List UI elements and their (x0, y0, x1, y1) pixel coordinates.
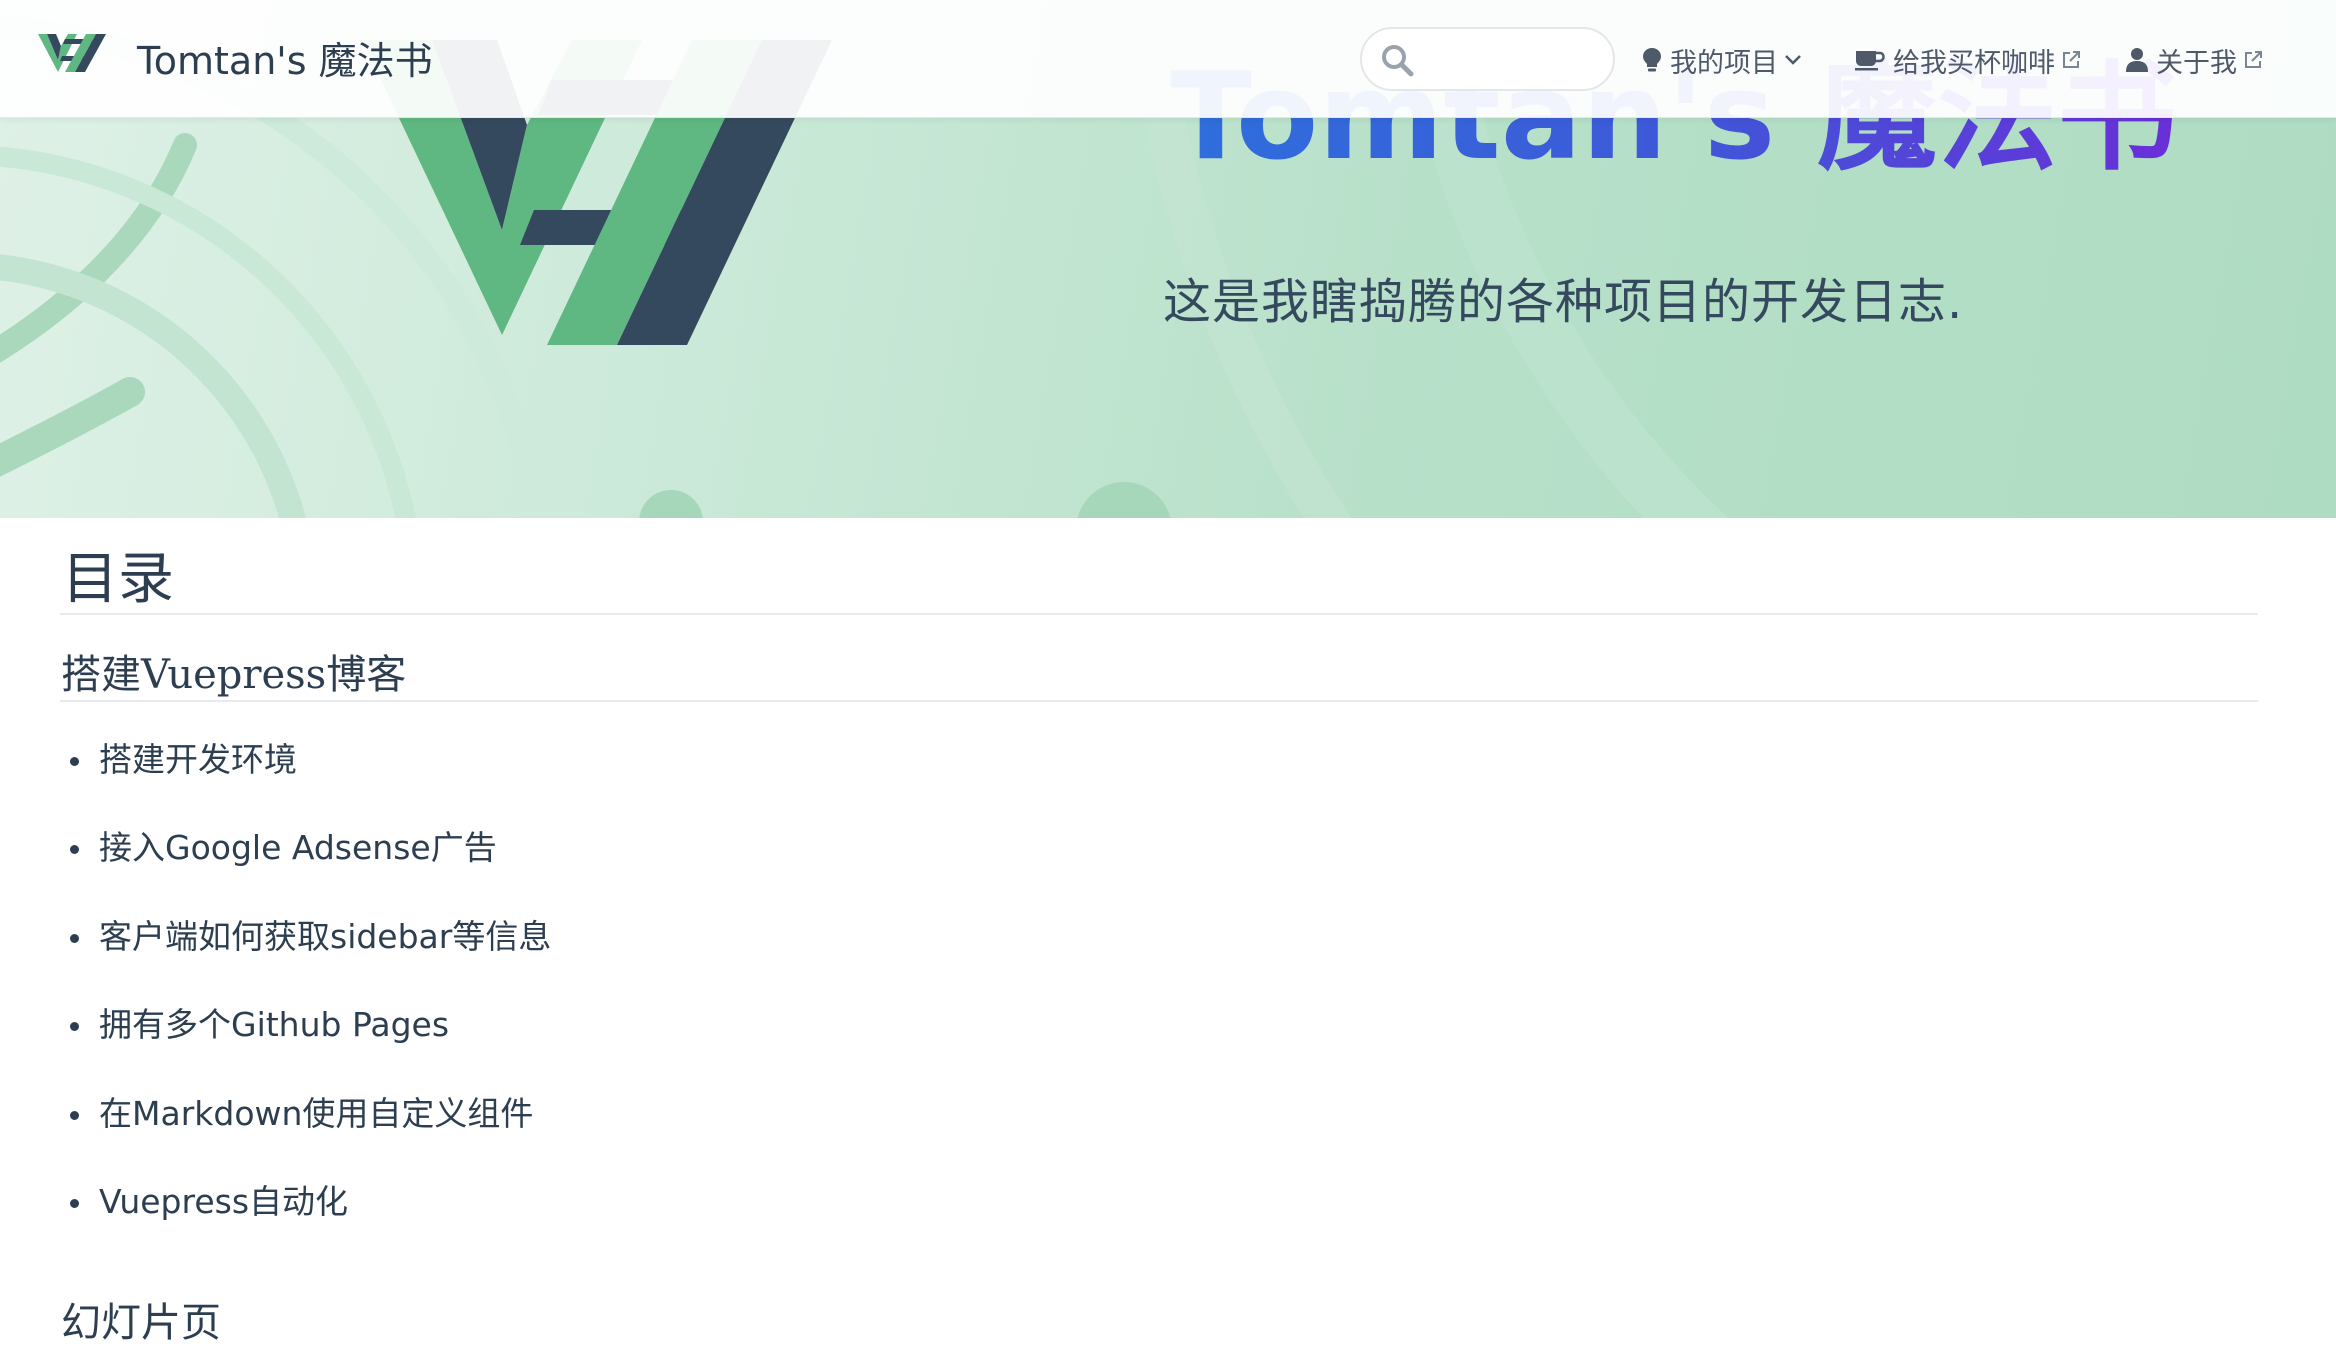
list-item: 在Markdown使用自定义组件 (0, 1094, 551, 1182)
article-link[interactable]: 拥有多个Github Pages (99, 1005, 449, 1044)
nav-item-coffee[interactable]: 给我买杯咖啡 (1855, 40, 2081, 80)
list-item: 拥有多个Github Pages (0, 1005, 551, 1093)
nav-item-label: 给我买杯咖啡 (1893, 47, 2055, 79)
user-icon (2126, 47, 2148, 73)
divider (60, 613, 2258, 615)
chevron-down-icon (1784, 54, 1802, 66)
lightbulb-icon (1642, 47, 1662, 73)
article-link[interactable]: Vuepress自动化 (99, 1182, 348, 1221)
external-link-icon (2243, 50, 2263, 70)
site-title[interactable]: Tomtan's 魔法书 (137, 30, 433, 85)
article-link[interactable]: 接入Google Adsense广告 (99, 828, 497, 867)
section-heading-vuepress[interactable]: 搭建Vuepress博客 (61, 642, 406, 700)
vh-logo-icon[interactable] (38, 34, 108, 74)
external-link-icon (2061, 50, 2081, 70)
nav-item-about[interactable]: 关于我 (2126, 40, 2263, 80)
article-link[interactable]: 搭建开发环境 (99, 740, 297, 779)
article-link[interactable]: 客户端如何获取sidebar等信息 (99, 917, 551, 956)
coffee-icon (1855, 48, 1885, 72)
nav-item-label: 关于我 (2156, 47, 2237, 79)
hero-tagline: 这是我瞎捣腾的各种项目的开发日志. (1163, 274, 1964, 330)
article-list: 搭建开发环境 接入Google Adsense广告 客户端如何获取sidebar… (0, 740, 551, 1270)
nav-item-projects[interactable]: 我的项目 (1642, 40, 1802, 80)
article-link[interactable]: 在Markdown使用自定义组件 (99, 1094, 533, 1133)
search-box[interactable] (1360, 27, 1615, 91)
search-input[interactable] (1426, 37, 1596, 81)
divider (60, 700, 2258, 702)
section-heading-slides[interactable]: 幻灯片页 (61, 1290, 221, 1348)
toc-heading: 目录 (62, 547, 174, 612)
search-icon (1382, 45, 1414, 77)
top-navbar: Tomtan's 魔法书 我的项目 给我买杯咖啡 关于我 (0, 0, 2336, 118)
list-item: 接入Google Adsense广告 (0, 828, 551, 916)
list-item: 客户端如何获取sidebar等信息 (0, 917, 551, 1005)
list-item: 搭建开发环境 (0, 740, 551, 828)
nav-item-label: 我的项目 (1670, 47, 1778, 79)
list-item: Vuepress自动化 (0, 1182, 551, 1270)
